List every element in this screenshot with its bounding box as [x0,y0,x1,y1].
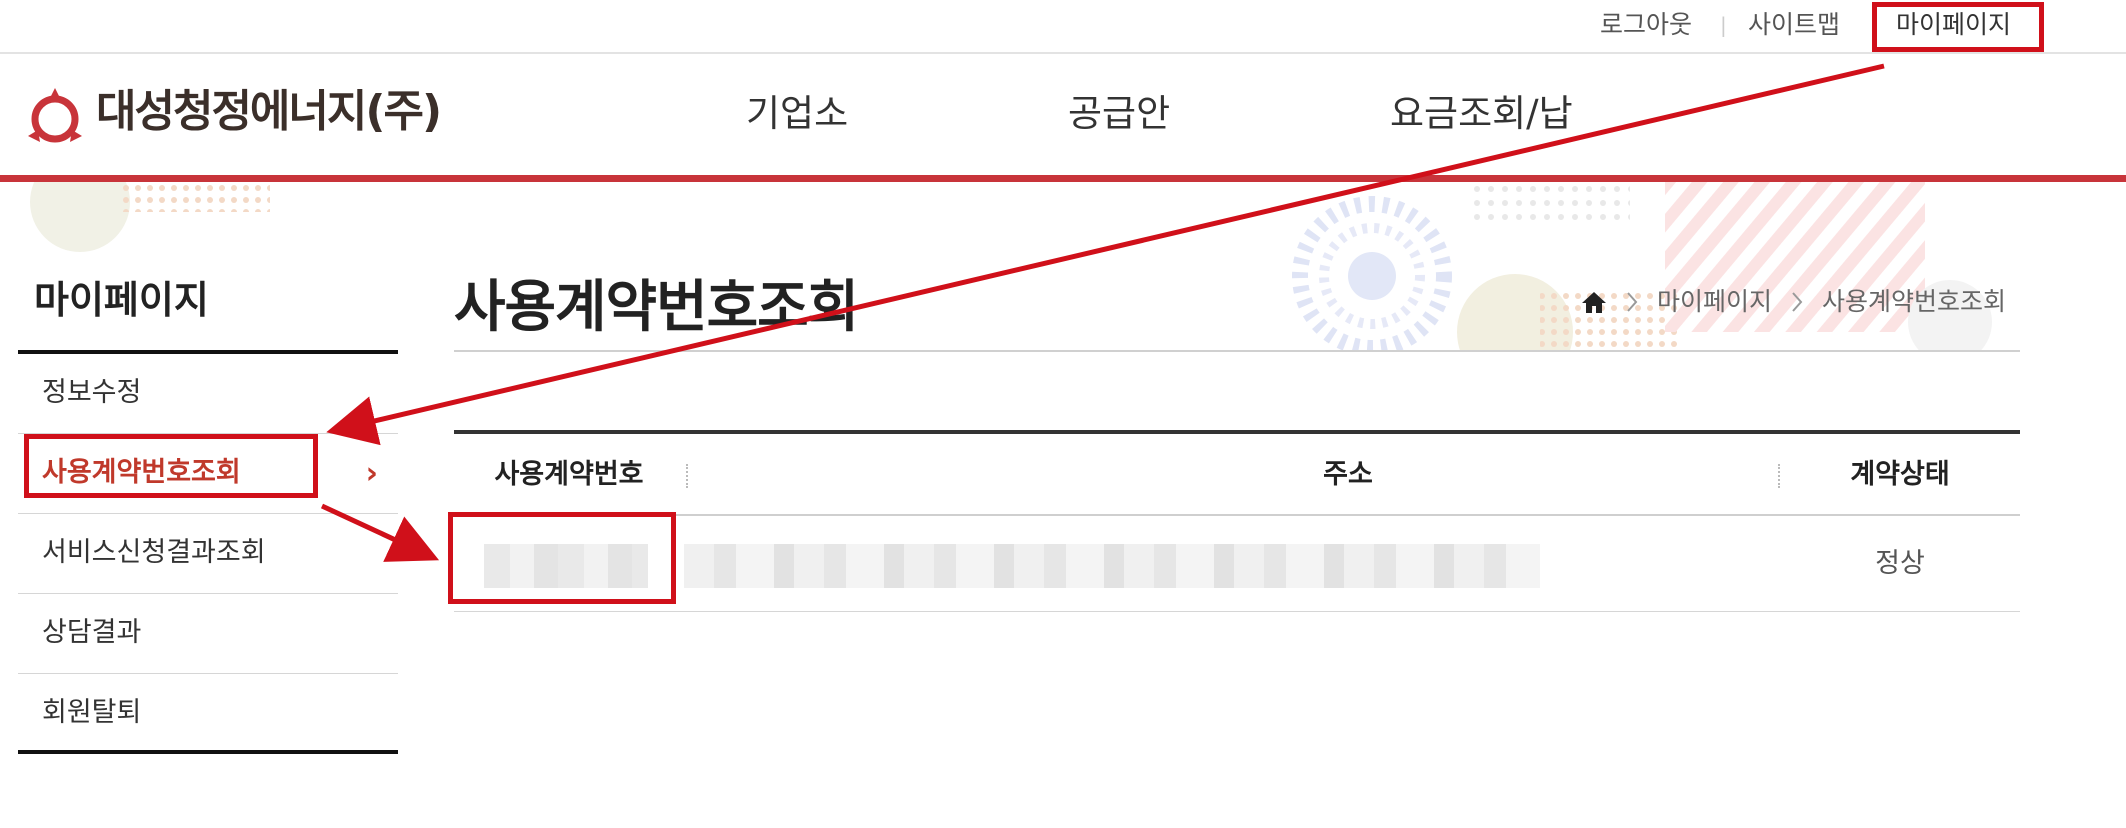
breadcrumb: 마이페이지 사용계약번호조회 [1581,280,2006,324]
decorative-banner [30,182,1992,352]
chevron-right-icon [1627,292,1638,312]
sidebar-item-service-result[interactable]: 서비스신청결과조회 [18,514,398,594]
gnb-item-billing[interactable]: 요금조회/납 [1390,86,1573,142]
util-separator: | [1720,13,1727,37]
gnb-item-company[interactable]: 기업소 [746,86,848,142]
sidebar-item-label: 회원탈퇴 [42,697,142,728]
sitemap-link[interactable]: 사이트맵 [1748,2,1840,48]
sidebar-item-withdraw[interactable]: 회원탈퇴 [18,674,398,754]
flame-logo-icon[interactable] [24,86,86,148]
sidebar-item-edit-info[interactable]: 정보수정 [18,354,398,434]
table-header: 사용계약번호 주소 계약상태 [454,434,2020,516]
contract-table: 사용계약번호 주소 계약상태 정상 [454,430,2020,612]
home-icon[interactable] [1581,290,1607,314]
sidebar-menu: 정보수정 사용계약번호조회 › 서비스신청결과조회 상담결과 회원탈퇴 [18,354,398,754]
chevron-right-icon [1792,292,1803,312]
chevron-right-icon: › [365,456,378,491]
header-divider [0,175,2126,182]
sidebar-item-label: 서비스신청결과조회 [42,537,266,568]
address-cell-redacted [684,544,1540,588]
column-header-contract-no: 사용계약번호 [494,459,644,490]
breadcrumb-current: 사용계약번호조회 [1821,287,2006,316]
status-cell: 정상 [1875,548,1925,579]
page-title: 사용계약번호조회 [454,275,859,340]
gnb-item-supply[interactable]: 공급안 [1068,86,1170,142]
sidebar-title: 마이페이지 [34,278,209,322]
logo-text[interactable]: 대성청정에너지(주) [96,80,442,144]
site-header: 대성청정에너지(주) 기업소 공급안 요금조회/납 [0,56,2126,174]
sidebar-item-consult-result[interactable]: 상담결과 [18,594,398,674]
sidebar-item-label: 상담결과 [42,617,142,648]
annotation-box-contract-no [448,512,676,604]
sidebar-item-label: 정보수정 [42,377,142,408]
utility-bar: 로그아웃 | 사이트맵 마이페이지 [0,0,2126,54]
column-header-status: 계약상태 [1850,459,1950,490]
breadcrumb-item[interactable]: 마이페이지 [1657,280,1772,324]
title-divider [454,350,2020,352]
annotation-box-contract-menu [24,434,318,498]
annotation-box-mypage [1872,2,2044,52]
table-row[interactable]: 정상 [454,516,2020,612]
logout-link[interactable]: 로그아웃 [1600,2,1692,48]
